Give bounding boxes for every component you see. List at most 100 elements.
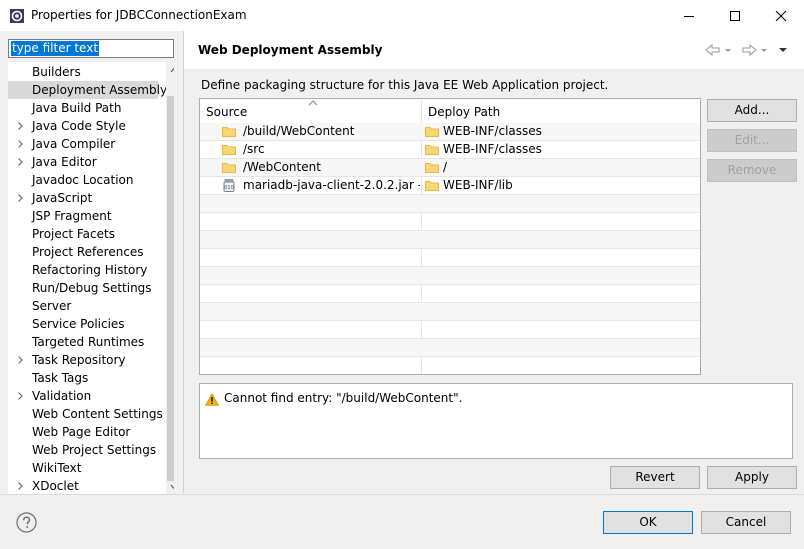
- tree-item[interactable]: Run/Debug Settings: [8, 279, 158, 297]
- sash-divider[interactable]: [183, 31, 184, 493]
- tree-item-label: Builders: [32, 65, 81, 79]
- title-bar: Properties for JDBCConnectionExam: [0, 0, 804, 31]
- scroll-down-icon[interactable]: [170, 483, 174, 491]
- empty-table-row: [200, 321, 700, 339]
- tree-item-label: Project Facets: [32, 227, 115, 241]
- forward-arrow-icon[interactable]: [742, 43, 757, 57]
- folder-icon: [222, 127, 236, 137]
- empty-table-row: [200, 213, 700, 231]
- tree-item[interactable]: Deployment Assembly: [8, 81, 167, 99]
- tree-item[interactable]: Java Editor: [8, 153, 158, 171]
- edit-button[interactable]: Edit...: [707, 129, 797, 152]
- table-row[interactable]: /src WEB-INF/classes: [200, 141, 700, 159]
- deploy-path-cell: WEB-INF/classes: [443, 142, 542, 156]
- empty-table-row: [200, 285, 700, 303]
- table-row[interactable]: 010 mariadb-java-client-2.0.2.jar - C:\ WE…: [200, 177, 700, 195]
- empty-table-row: [200, 357, 700, 374]
- tree-item[interactable]: Refactoring History: [8, 261, 158, 279]
- tree-item-label: JavaScript: [32, 191, 93, 205]
- expand-arrow-icon[interactable]: [16, 194, 24, 202]
- source-cell: /WebContent: [243, 160, 321, 174]
- tree-item[interactable]: WikiText: [8, 459, 158, 477]
- back-menu-icon[interactable]: [725, 49, 731, 52]
- tree-item[interactable]: Javadoc Location: [8, 171, 158, 189]
- tree-item-label: Deployment Assembly: [32, 83, 168, 97]
- tree-item[interactable]: JavaScript: [8, 189, 158, 207]
- jar-icon: 010: [223, 179, 235, 192]
- tree-item[interactable]: Project Facets: [8, 225, 158, 243]
- properties-tree: Builders Deployment Assembly Java Build Pa…: [8, 62, 174, 495]
- tree-item[interactable]: Java Build Path: [8, 99, 158, 117]
- tree-item-label: Web Project Settings: [32, 443, 157, 457]
- deployment-table[interactable]: Source Deploy Path /build/WebContent WEB-…: [199, 98, 701, 375]
- cancel-button[interactable]: Cancel: [701, 511, 791, 534]
- folder-icon: [222, 163, 236, 173]
- source-cell: /src: [243, 142, 265, 156]
- view-menu-icon[interactable]: [779, 48, 787, 52]
- tree-item-label: Targeted Runtimes: [32, 335, 145, 349]
- tree-item-label: Refactoring History: [32, 263, 148, 277]
- scroll-up-icon[interactable]: [170, 66, 174, 74]
- tree-item-label: Java Code Style: [32, 119, 126, 133]
- sort-ascending-icon: [308, 100, 318, 106]
- tree-item[interactable]: JSP Fragment: [8, 207, 158, 225]
- tree-item[interactable]: XDoclet: [8, 477, 158, 495]
- expand-arrow-icon[interactable]: [16, 356, 24, 364]
- expand-arrow-icon[interactable]: [16, 392, 24, 400]
- close-button[interactable]: [758, 0, 804, 31]
- table-row[interactable]: /build/WebContent WEB-INF/classes: [200, 123, 700, 141]
- folder-icon: [425, 145, 439, 155]
- expand-arrow-icon[interactable]: [16, 158, 24, 166]
- tree-item[interactable]: Web Content Settings: [8, 405, 163, 423]
- source-cell: /build/WebContent: [243, 124, 355, 138]
- tree-item[interactable]: Java Compiler: [8, 135, 158, 153]
- tree-item[interactable]: Java Code Style: [8, 117, 158, 135]
- column-header-deploy-path[interactable]: Deploy Path: [422, 99, 700, 123]
- add-button[interactable]: Add...: [707, 99, 797, 122]
- empty-table-row: [200, 249, 700, 267]
- tree-item[interactable]: Targeted Runtimes: [8, 333, 158, 351]
- tree-item[interactable]: Builders: [8, 63, 158, 81]
- apply-button[interactable]: Apply: [707, 466, 797, 489]
- scrollbar-thumb[interactable]: [167, 96, 174, 481]
- tree-item-label: Validation: [32, 389, 92, 403]
- tree-scrollbar[interactable]: [166, 62, 174, 495]
- deploy-path-cell: WEB-INF/classes: [443, 124, 542, 138]
- expand-arrow-icon[interactable]: [16, 140, 24, 148]
- tree-item-label: Javadoc Location: [32, 173, 134, 187]
- tree-item[interactable]: Server: [8, 297, 158, 315]
- tree-item-label: Web Content Settings: [32, 407, 163, 421]
- tree-item[interactable]: Service Policies: [8, 315, 158, 333]
- column-header-source[interactable]: Source: [200, 99, 421, 123]
- tree-item[interactable]: Validation: [8, 387, 158, 405]
- filter-input[interactable]: type filter text: [8, 39, 174, 58]
- tree-item-label: WikiText: [32, 461, 82, 475]
- expand-arrow-icon[interactable]: [16, 122, 24, 130]
- folder-icon: [425, 127, 439, 137]
- tree-item[interactable]: Project References: [8, 243, 158, 261]
- back-arrow-icon[interactable]: [705, 43, 720, 57]
- eclipse-app-icon: [10, 9, 24, 23]
- folder-icon: [222, 145, 236, 155]
- tree-item-label: JSP Fragment: [32, 209, 112, 223]
- tree-item[interactable]: Web Project Settings: [8, 441, 158, 459]
- tree-item-label: Run/Debug Settings: [32, 281, 152, 295]
- help-icon[interactable]: [16, 512, 37, 533]
- source-cell: mariadb-java-client-2.0.2.jar - C:\: [243, 178, 420, 192]
- forward-menu-icon[interactable]: [761, 49, 767, 52]
- message-area: Cannot find entry: "/build/WebContent".: [199, 383, 793, 459]
- tree-item-label: Web Page Editor: [32, 425, 131, 439]
- revert-button[interactable]: Revert: [610, 466, 700, 489]
- expand-arrow-icon[interactable]: [16, 482, 24, 490]
- tree-item[interactable]: Task Tags: [8, 369, 158, 387]
- nav-history-icons: [705, 43, 787, 57]
- table-row[interactable]: /WebContent /: [200, 159, 700, 177]
- empty-table-row: [200, 339, 700, 357]
- ok-button[interactable]: OK: [603, 511, 693, 534]
- maximize-button[interactable]: [712, 0, 758, 31]
- tree-item[interactable]: Web Page Editor: [8, 423, 158, 441]
- minimize-button[interactable]: [666, 0, 712, 31]
- tree-item-label: Project References: [32, 245, 144, 259]
- tree-item[interactable]: Task Repository: [8, 351, 158, 369]
- remove-button[interactable]: Remove: [707, 159, 797, 182]
